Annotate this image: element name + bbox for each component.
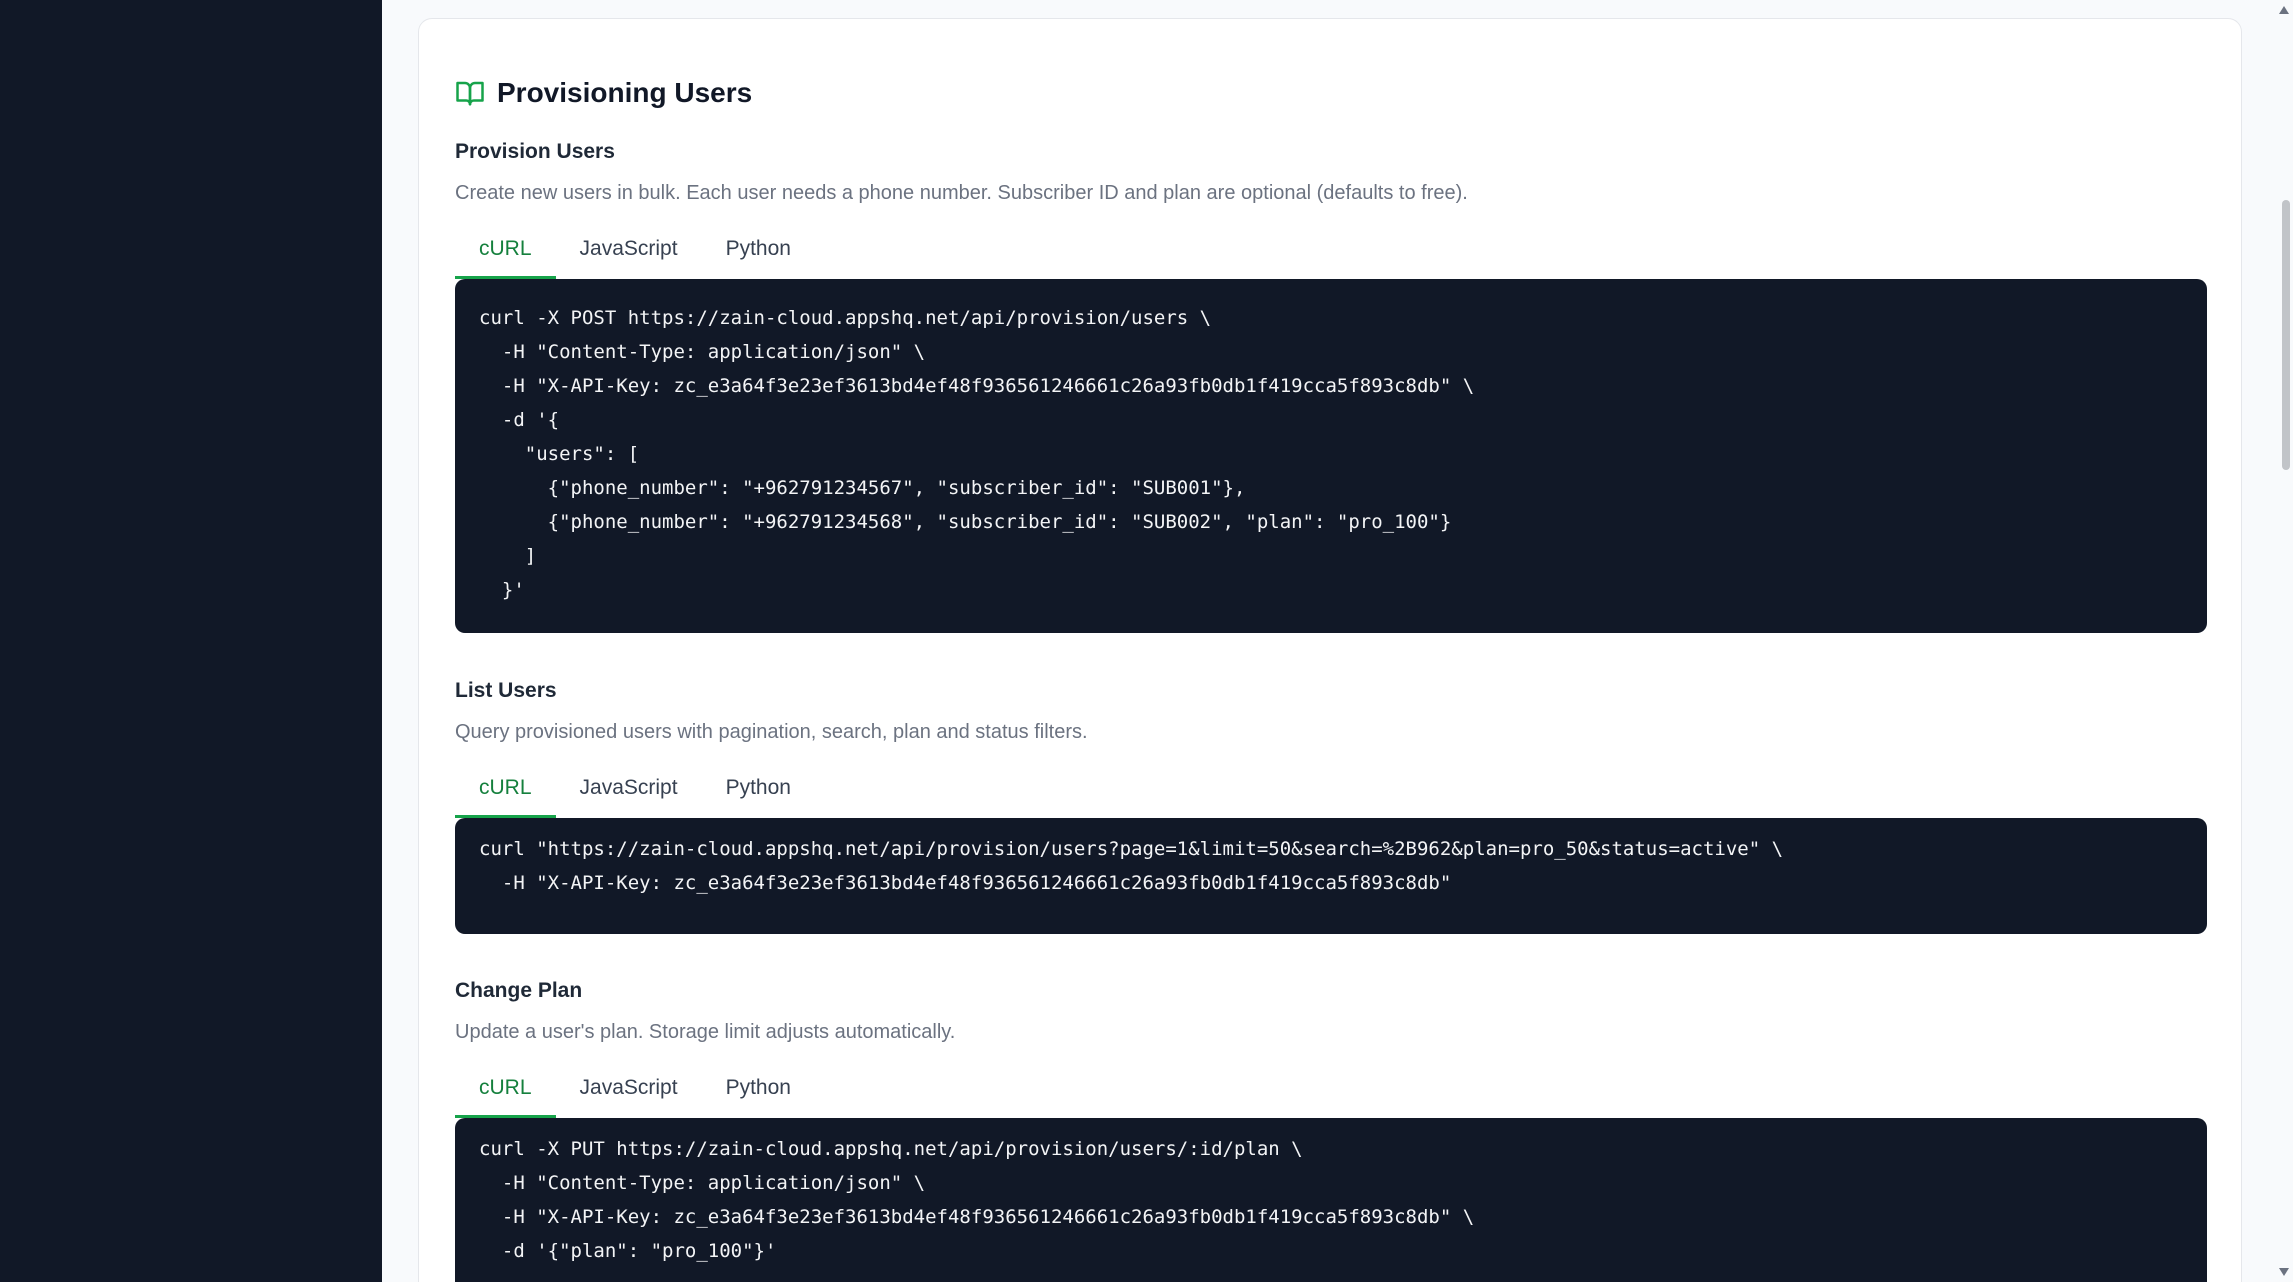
section-description: Update a user's plan. Storage limit adju… xyxy=(455,1021,956,1043)
tab-python[interactable]: Python xyxy=(702,223,815,279)
tab-javascript[interactable]: JavaScript xyxy=(556,223,702,279)
scroll-down-arrow-icon[interactable] xyxy=(2279,1268,2289,1276)
vertical-scrollbar[interactable] xyxy=(2275,0,2293,1282)
section-list-users: List Users Query provisioned users with … xyxy=(455,676,2207,934)
card-title: Provisioning Users xyxy=(497,77,753,108)
code-tabs: cURL JavaScript Python xyxy=(455,1062,2207,1118)
section-description: Query provisioned users with pagination,… xyxy=(455,721,1088,743)
section-provision-users: Provision Users Create new users in bulk… xyxy=(455,137,2207,633)
section-description: Create new users in bulk. Each user need… xyxy=(455,182,1468,204)
code-block: curl -X POST https://zain-cloud.appshq.n… xyxy=(455,279,2207,633)
section-change-plan: Change Plan Update a user's plan. Storag… xyxy=(455,976,2207,1282)
scroll-up-arrow-icon[interactable] xyxy=(2279,6,2289,14)
sidebar xyxy=(0,0,382,1282)
section-title: Provision Users xyxy=(455,140,615,163)
card-header: Provisioning Users xyxy=(455,77,752,109)
tab-curl[interactable]: cURL xyxy=(455,223,556,279)
main-content: Provisioning Users Provision Users Creat… xyxy=(382,0,2275,1282)
section-title: List Users xyxy=(455,679,557,702)
tab-curl[interactable]: cURL xyxy=(455,1062,556,1118)
code-block: curl -X PUT https://zain-cloud.appshq.ne… xyxy=(455,1118,2207,1282)
provisioning-card: Provisioning Users Provision Users Creat… xyxy=(418,18,2242,1282)
section-title: Change Plan xyxy=(455,979,583,1002)
book-open-icon xyxy=(455,78,485,108)
scroll-thumb[interactable] xyxy=(2282,200,2290,470)
tab-python[interactable]: Python xyxy=(702,762,815,818)
tab-python[interactable]: Python xyxy=(702,1062,815,1118)
code-tabs: cURL JavaScript Python xyxy=(455,762,2207,818)
tab-javascript[interactable]: JavaScript xyxy=(556,762,702,818)
code-tabs: cURL JavaScript Python xyxy=(455,223,2207,279)
tab-curl[interactable]: cURL xyxy=(455,762,556,818)
code-block: curl "https://zain-cloud.appshq.net/api/… xyxy=(455,818,2207,934)
tab-javascript[interactable]: JavaScript xyxy=(556,1062,702,1118)
